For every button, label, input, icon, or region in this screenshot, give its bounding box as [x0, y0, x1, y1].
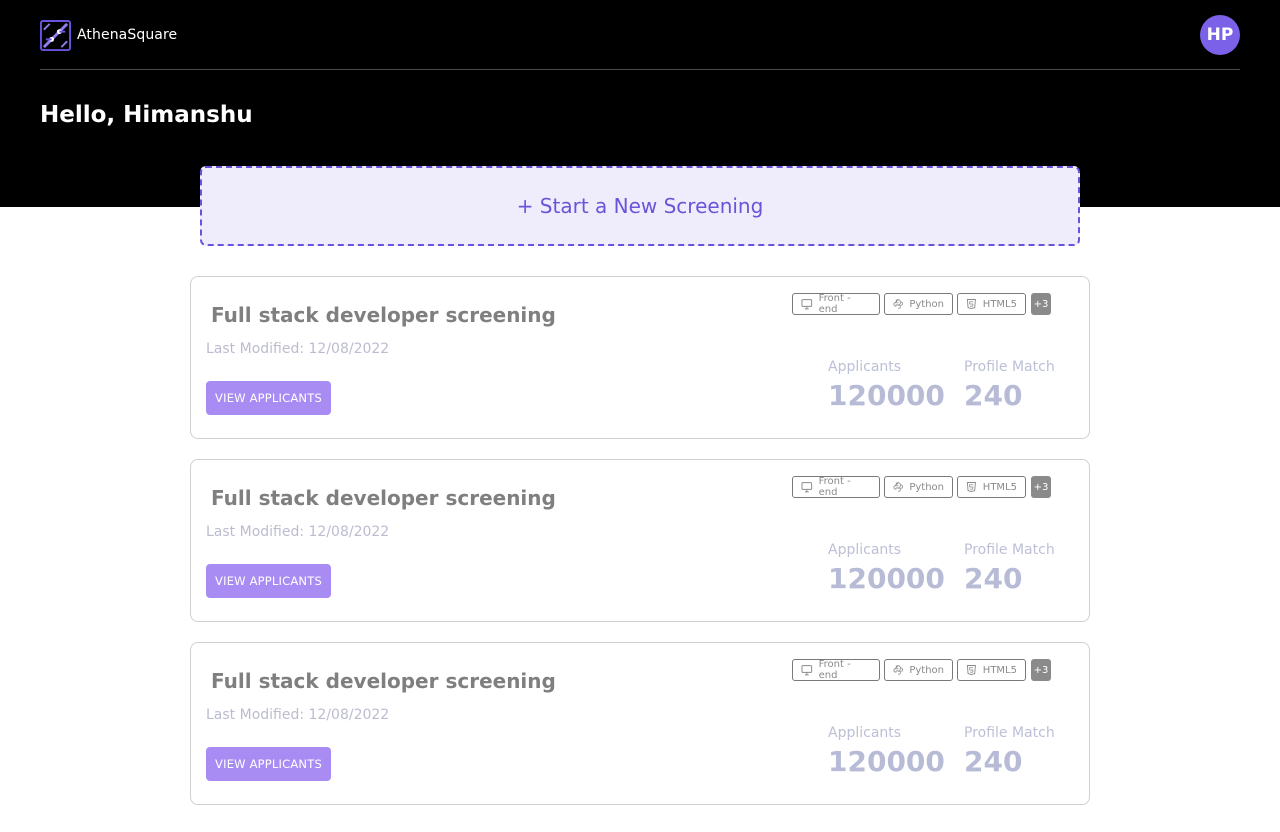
view-applicants-button[interactable]: VIEW APPLICANTS [206, 381, 331, 415]
skill-tags: Front - end Python HTML5 +3 [792, 476, 1051, 498]
profile-match-stat: Profile Match 240 [964, 359, 1055, 412]
applicants-value: 120000 [828, 562, 945, 595]
greeting-heading: Hello, Himanshu [40, 102, 253, 128]
tag-label: Front - end [818, 659, 851, 681]
tag-label: Python [909, 664, 944, 676]
screening-title: Full stack developer screening [211, 669, 556, 693]
last-modified-text: Last Modified: 12/08/2022 [206, 524, 390, 540]
screening-card: Full stack developer screening Last Modi… [190, 276, 1090, 439]
start-new-screening-button[interactable]: + Start a New Screening [200, 166, 1080, 246]
tag-label: Python [909, 481, 944, 493]
user-avatar[interactable]: HP [1200, 15, 1240, 55]
more-tags-badge[interactable]: +3 [1031, 476, 1051, 498]
tag-html5[interactable]: HTML5 [957, 659, 1026, 681]
last-modified-text: Last Modified: 12/08/2022 [206, 341, 390, 357]
tag-html5[interactable]: HTML5 [957, 476, 1026, 498]
tag-front-end[interactable]: Front - end [792, 659, 880, 681]
profile-match-value: 240 [964, 562, 1023, 595]
applicants-value: 120000 [828, 379, 945, 412]
screening-title: Full stack developer screening [211, 303, 556, 327]
applicants-label: Applicants [828, 542, 902, 558]
applicants-value: 120000 [828, 745, 945, 778]
applicants-stat: Applicants 120000 [828, 542, 945, 595]
applicants-stat: Applicants 120000 [828, 359, 945, 412]
tag-front-end[interactable]: Front - end [792, 293, 880, 315]
applicants-label: Applicants [828, 725, 902, 741]
tag-python[interactable]: Python [884, 293, 953, 315]
profile-match-label: Profile Match [964, 542, 1055, 558]
applicants-label: Applicants [828, 359, 902, 375]
python-icon [893, 665, 903, 675]
more-tags-badge[interactable]: +3 [1031, 659, 1051, 681]
profile-match-value: 240 [964, 745, 1023, 778]
top-navbar: AthenaSquare HP [40, 0, 1240, 70]
html5-icon [966, 299, 976, 309]
view-applicants-button[interactable]: VIEW APPLICANTS [206, 564, 331, 598]
tag-label: Front - end [818, 476, 851, 498]
tag-label: Front - end [818, 293, 851, 315]
more-tags-badge[interactable]: +3 [1031, 293, 1051, 315]
screening-title: Full stack developer screening [211, 486, 556, 510]
brand-name: AthenaSquare [77, 27, 178, 43]
view-applicants-button[interactable]: VIEW APPLICANTS [206, 747, 331, 781]
athenasquare-logo-icon [40, 19, 71, 51]
screening-card: Full stack developer screening Last Modi… [190, 459, 1090, 622]
tag-front-end[interactable]: Front - end [792, 476, 880, 498]
brand[interactable]: AthenaSquare [40, 19, 177, 51]
tag-html5[interactable]: HTML5 [957, 293, 1026, 315]
tag-label: Python [909, 298, 944, 310]
skill-tags: Front - end Python HTML5 +3 [792, 659, 1051, 681]
monitor-icon [801, 665, 813, 676]
monitor-icon [801, 482, 813, 493]
tag-label: HTML5 [982, 481, 1017, 493]
tag-python[interactable]: Python [884, 659, 953, 681]
python-icon [893, 482, 903, 492]
tag-python[interactable]: Python [884, 476, 953, 498]
monitor-icon [801, 299, 813, 310]
html5-icon [966, 665, 976, 675]
tag-label: HTML5 [982, 664, 1017, 676]
profile-match-label: Profile Match [964, 359, 1055, 375]
applicants-stat: Applicants 120000 [828, 725, 945, 778]
start-new-screening-label: + Start a New Screening [516, 194, 764, 218]
python-icon [893, 299, 903, 309]
profile-match-stat: Profile Match 240 [964, 542, 1055, 595]
last-modified-text: Last Modified: 12/08/2022 [206, 707, 390, 723]
profile-match-value: 240 [964, 379, 1023, 412]
profile-match-stat: Profile Match 240 [964, 725, 1055, 778]
html5-icon [966, 482, 976, 492]
screening-card: Full stack developer screening Last Modi… [190, 642, 1090, 805]
skill-tags: Front - end Python HTML5 +3 [792, 293, 1051, 315]
profile-match-label: Profile Match [964, 725, 1055, 741]
tag-label: HTML5 [982, 298, 1017, 310]
